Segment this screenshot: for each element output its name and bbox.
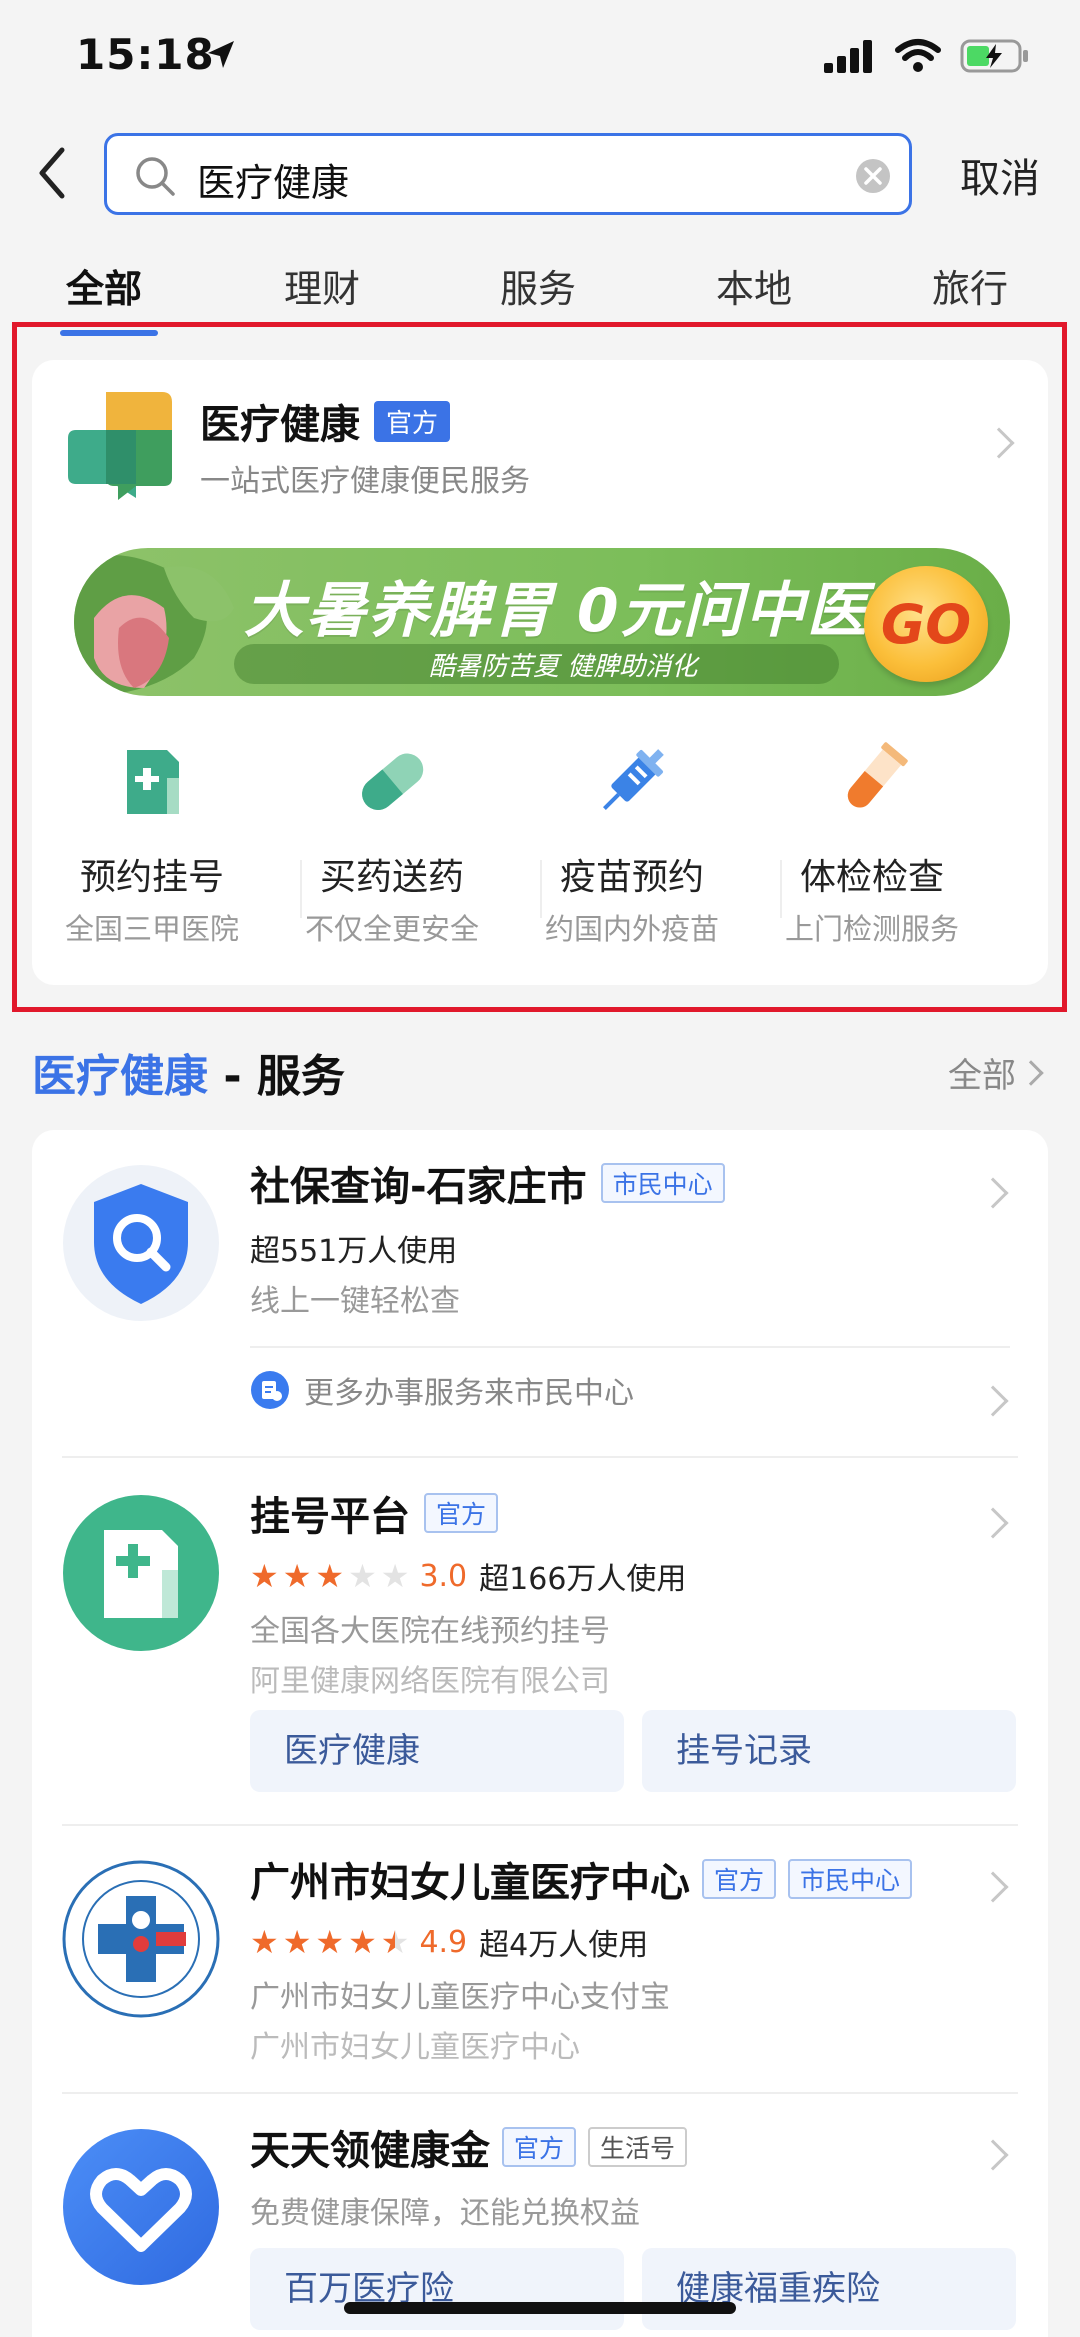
battery-charging-icon bbox=[960, 39, 1028, 73]
star-icon: ★ bbox=[348, 1557, 377, 1595]
star-icon: ★ bbox=[250, 1557, 279, 1595]
shield-search-icon bbox=[63, 1165, 219, 1321]
search-icon bbox=[136, 157, 175, 196]
heart-icon bbox=[63, 2129, 219, 2285]
hospital-card-icon bbox=[63, 1495, 219, 1651]
action-million-medical[interactable]: 百万医疗险 bbox=[250, 2248, 624, 2330]
services-list: 社保查询-石家庄市 市民中心 超551万人使用 线上一键轻松查 更多办事服务来市… bbox=[32, 1130, 1048, 2337]
service-item-health-gold[interactable]: 天天领健康金 官方 生活号 免费健康保障，还能兑换权益 百万医疗险 健康福重疾险 bbox=[32, 2096, 1048, 2337]
divider bbox=[62, 2092, 1018, 2094]
service-company: 阿里健康网络医院有限公司 bbox=[250, 1664, 610, 1699]
home-indicator bbox=[344, 2302, 736, 2314]
hospital-seal-logo bbox=[62, 1860, 220, 2018]
service-desc: 线上一键轻松查 bbox=[250, 1284, 460, 1319]
tab-finance[interactable]: 理财 bbox=[284, 258, 360, 313]
search-input[interactable]: 医疗健康 bbox=[104, 133, 912, 215]
tag-official: 官方 bbox=[424, 1493, 499, 1533]
star-icon: ★ bbox=[315, 1923, 345, 1961]
rating-row: ★ ★ ★ ★ ★ 4.9 超4万人使用 bbox=[250, 1920, 648, 1964]
action-registration-records[interactable]: 挂号记录 bbox=[642, 1710, 1016, 1792]
highlight-frame bbox=[12, 322, 1067, 1012]
chevron-right-icon bbox=[1018, 1059, 1044, 1086]
divider bbox=[250, 1346, 1010, 1348]
status-icons bbox=[824, 38, 1030, 74]
chevron-right-icon bbox=[977, 1507, 1009, 1539]
cellular-signal-icon bbox=[824, 40, 872, 73]
service-desc: 免费健康保障，还能兑换权益 bbox=[250, 2196, 640, 2231]
star-icon: ★ bbox=[315, 1557, 345, 1595]
chevron-right-icon bbox=[977, 2139, 1009, 2171]
star-icon: ★ bbox=[380, 1557, 410, 1595]
tab-local[interactable]: 本地 bbox=[716, 258, 792, 313]
service-item-social-security[interactable]: 社保查询-石家庄市 市民中心 超551万人使用 线上一键轻松查 更多办事服务来市… bbox=[32, 1130, 1048, 1460]
rating-value: 4.9 bbox=[419, 1924, 468, 1960]
tag-citizen-center: 市民中心 bbox=[788, 1859, 913, 1899]
tag-citizen-center: 市民中心 bbox=[600, 1163, 725, 1203]
section-title: 医疗健康 - 服务 bbox=[32, 1040, 345, 1104]
section-all-link[interactable]: 全部 bbox=[948, 1048, 1044, 1097]
rating-value: 3.0 bbox=[419, 1558, 468, 1594]
service-desc: 全国各大医院在线预约挂号 bbox=[250, 1614, 610, 1649]
usage-count: 超4万人使用 bbox=[479, 1928, 649, 1963]
service-item-women-children-center[interactable]: 广州市妇女儿童医疗中心 官方 市民中心 ★ ★ ★ ★ ★ 4.9 超4万人使用… bbox=[32, 1828, 1048, 2092]
usage-count: 超166万人使用 bbox=[479, 1562, 687, 1597]
chevron-right-icon bbox=[977, 1177, 1009, 1209]
back-icon[interactable] bbox=[28, 140, 78, 206]
rating-row: ★ ★ ★ ★ ★ 3.0 超166万人使用 bbox=[250, 1554, 686, 1598]
divider bbox=[62, 1824, 1018, 1826]
more-services-link[interactable]: 更多办事服务来市民中心 bbox=[250, 1368, 634, 1412]
tab-services[interactable]: 服务 bbox=[500, 258, 576, 313]
star-rating: ★ ★ ★ ★ ★ bbox=[250, 1926, 409, 1958]
star-icon: ★ bbox=[250, 1923, 279, 1961]
tag-life-account: 生活号 bbox=[588, 2127, 688, 2167]
tag-official: 官方 bbox=[502, 2127, 577, 2167]
search-query-text: 医疗健康 bbox=[197, 161, 350, 205]
service-title: 社保查询-石家庄市 bbox=[250, 1164, 587, 1210]
action-critical-illness[interactable]: 健康福重疾险 bbox=[642, 2248, 1016, 2330]
tag-official: 官方 bbox=[702, 1859, 777, 1899]
service-desc: 广州市妇女儿童医疗中心支付宝 bbox=[250, 1980, 670, 2015]
cancel-button[interactable]: 取消 bbox=[960, 146, 1040, 204]
service-item-registration[interactable]: 挂号平台 官方 ★ ★ ★ ★ ★ 3.0 超166万人使用 全国各大医院在线预… bbox=[32, 1460, 1048, 1816]
section-all-label: 全部 bbox=[948, 1056, 1016, 1096]
divider bbox=[62, 1456, 1018, 1458]
service-company: 广州市妇女儿童医疗中心 bbox=[250, 2030, 580, 2065]
location-arrow-icon bbox=[208, 41, 234, 68]
tab-all[interactable]: 全部 bbox=[66, 258, 142, 313]
tab-travel[interactable]: 旅行 bbox=[932, 258, 1008, 313]
section-title-rest: - 服务 bbox=[208, 1051, 345, 1102]
clear-icon[interactable] bbox=[855, 158, 891, 194]
star-rating: ★ ★ ★ ★ ★ bbox=[250, 1560, 409, 1592]
action-medical-health[interactable]: 医疗健康 bbox=[250, 1710, 624, 1792]
chevron-right-icon bbox=[977, 1385, 1009, 1417]
service-title: 挂号平台 bbox=[250, 1494, 410, 1540]
service-title: 天天领健康金 bbox=[250, 2128, 490, 2174]
chevron-right-icon bbox=[977, 1871, 1009, 1903]
service-title: 广州市妇女儿童医疗中心 bbox=[250, 1860, 690, 1906]
star-icon: ★ bbox=[348, 1923, 377, 1961]
star-icon: ★ bbox=[282, 1557, 312, 1595]
citizen-center-icon bbox=[251, 1371, 289, 1409]
star-icon: ★ bbox=[282, 1923, 312, 1961]
wifi-icon bbox=[895, 39, 941, 72]
half-star-icon: ★ bbox=[380, 1923, 410, 1961]
more-services-text: 更多办事服务来市民中心 bbox=[304, 1376, 634, 1411]
section-title-highlight: 医疗健康 bbox=[32, 1051, 208, 1102]
usage-count: 超551万人使用 bbox=[250, 1234, 458, 1269]
status-time: 15:18 bbox=[76, 30, 215, 79]
